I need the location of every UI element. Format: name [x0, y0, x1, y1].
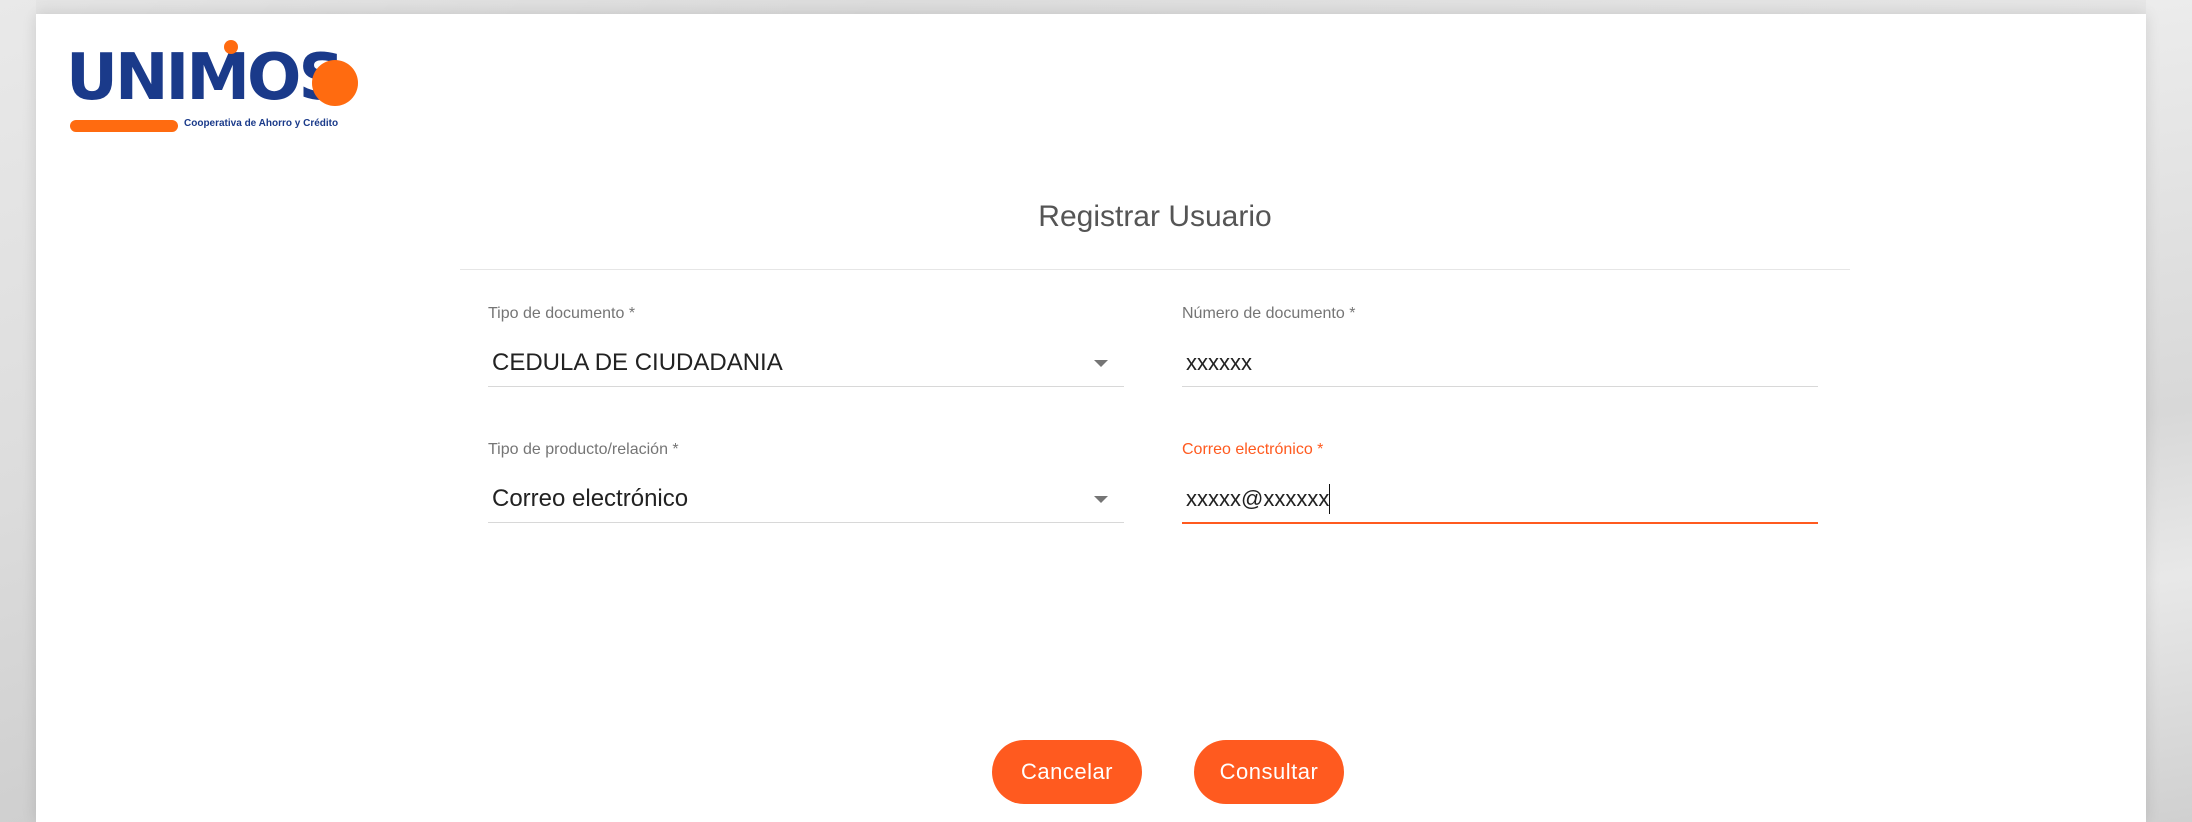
email-value: xxxxx@xxxxxx: [1186, 486, 1330, 511]
document-type-label: Tipo de documento *: [488, 305, 636, 322]
document-number-label: Número de documento *: [1182, 305, 1356, 322]
text-cursor: [1329, 484, 1331, 514]
document-number-value: xxxxxx: [1186, 350, 1252, 375]
background-right-edge: [2146, 0, 2192, 822]
dropdown-arrow-icon[interactable]: [1094, 496, 1108, 503]
consult-button[interactable]: Consultar: [1194, 740, 1344, 804]
product-relation-value: Correo electrónico: [492, 485, 689, 512]
logo-orange-bar: [70, 120, 178, 132]
dropdown-arrow-icon[interactable]: [1094, 360, 1108, 367]
email-field: Correo electrónico * xxxxx@xxxxxx: [1182, 440, 1818, 524]
unimos-logo: UNIMOS Cooperativa de Ahorro y Crédito: [66, 32, 426, 152]
document-type-field: Tipo de documento * CEDULA DE CIUDADANIA: [488, 304, 1124, 387]
email-label: Correo electrónico *: [1182, 441, 1324, 458]
logo-wordmark: UNIMOS: [66, 41, 345, 115]
document-type-value: CEDULA DE CIUDADANIA: [492, 349, 783, 376]
email-input[interactable]: xxxxx@xxxxxx: [1182, 480, 1818, 524]
logo-tagline: Cooperativa de Ahorro y Crédito: [184, 118, 339, 129]
background-left-edge: [0, 0, 36, 822]
title-divider: [460, 269, 1850, 270]
cancel-button[interactable]: Cancelar: [992, 740, 1142, 804]
logo-orange-circle: [312, 60, 358, 106]
page-title: Registrar Usuario: [1038, 200, 1272, 233]
email-value-wrapper: xxxxx@xxxxxx: [1186, 484, 1331, 514]
product-relation-label: Tipo de producto/relación *: [488, 441, 679, 458]
document-number-input[interactable]: xxxxxx: [1182, 344, 1818, 387]
register-card: UNIMOS Cooperativa de Ahorro y Crédito R…: [36, 14, 2146, 822]
document-number-field: Número de documento * xxxxxx: [1182, 304, 1818, 387]
logo-dot: [224, 40, 238, 54]
product-relation-field: Tipo de producto/relación * Correo elect…: [488, 440, 1124, 523]
document-type-select[interactable]: CEDULA DE CIUDADANIA: [488, 344, 1124, 387]
product-relation-select[interactable]: Correo electrónico: [488, 480, 1124, 523]
